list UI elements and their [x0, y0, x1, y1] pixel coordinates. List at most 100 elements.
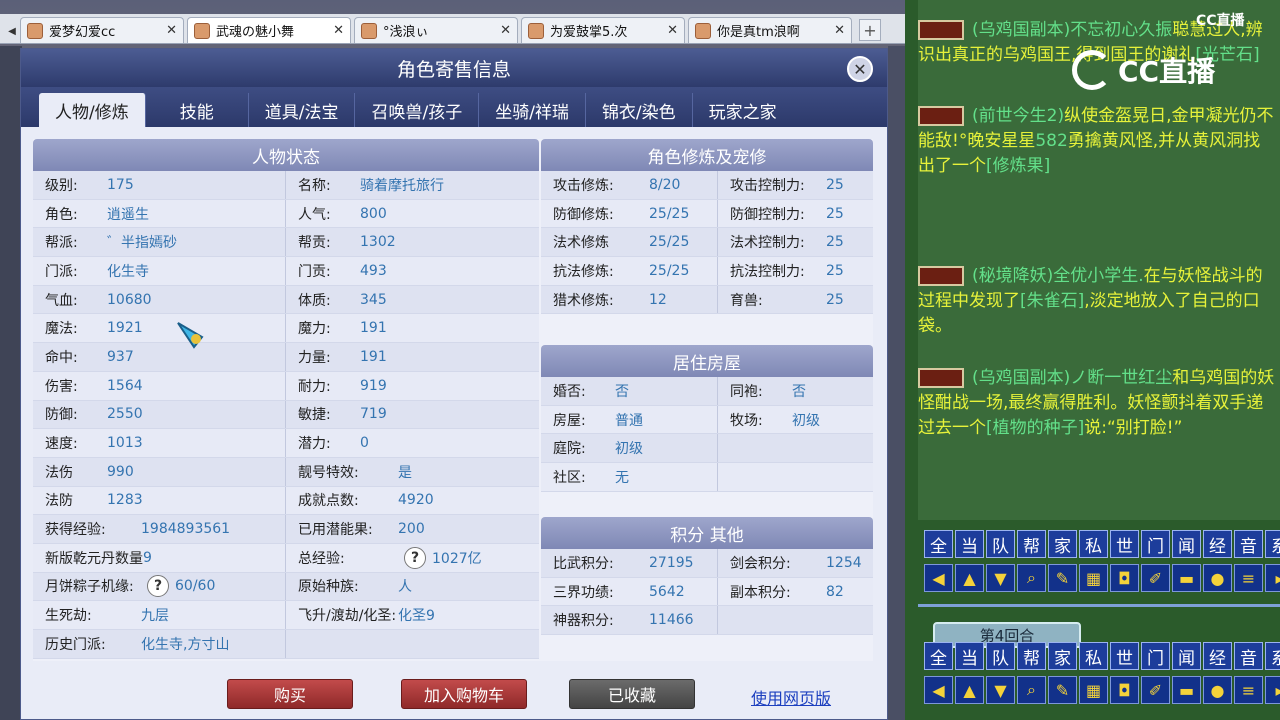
channel-button[interactable]: 私: [1079, 642, 1108, 670]
quick-icon-bar: ◀ ▲ ▼ ⌕ ✎ ▦ ◘ ✐ ▬ ● ≡ ▸: [924, 564, 1280, 594]
channel-button[interactable]: 音: [1234, 642, 1263, 670]
chat-player-tail: 582: [1035, 131, 1068, 151]
channel-button[interactable]: 闻: [1172, 642, 1201, 670]
close-icon[interactable]: ✕: [667, 23, 678, 38]
tab-items[interactable]: 道具/法宝: [249, 93, 356, 127]
channel-button[interactable]: 经: [1203, 642, 1232, 670]
dialog-title: 角色寄售信息: [396, 58, 511, 81]
brush-icon[interactable]: ✐: [1141, 676, 1170, 704]
arrow-down-icon[interactable]: ▼: [986, 676, 1015, 704]
channel-button[interactable]: 帮: [1017, 530, 1046, 558]
tab-scroll-left-icon[interactable]: ◀: [4, 19, 20, 43]
field-label: 防御:: [45, 407, 78, 424]
close-icon[interactable]: ✕: [847, 56, 873, 82]
tab-character[interactable]: 人物/修炼: [39, 93, 146, 127]
help-icon[interactable]: ?: [147, 575, 169, 598]
channel-button[interactable]: 世: [1110, 642, 1139, 670]
browser-tab[interactable]: 武魂の魅小舞 ✕: [187, 17, 351, 43]
table-cell: 攻击修炼: 8/20: [541, 175, 717, 195]
search-icon[interactable]: ⌕: [1017, 564, 1046, 592]
channel-button[interactable]: 经: [1203, 530, 1232, 558]
field-label: 原始种族:: [298, 579, 359, 596]
folder-icon[interactable]: ▬: [1172, 676, 1201, 704]
table-cell: 庭院: 初级: [541, 438, 717, 458]
table-cell: 猎术修炼: 12: [541, 290, 717, 310]
close-icon[interactable]: ✕: [166, 23, 177, 38]
more-icon[interactable]: ▸: [1265, 676, 1280, 704]
list-icon[interactable]: ≡: [1234, 676, 1263, 704]
web-version-link[interactable]: 使用网页版: [751, 685, 831, 709]
chat-bubble-icon[interactable]: ●: [1203, 676, 1232, 704]
arrow-left-icon[interactable]: ◀: [924, 564, 953, 592]
field-label: 帮贡:: [298, 235, 331, 252]
close-icon[interactable]: ✕: [333, 23, 344, 38]
channel-button[interactable]: 门: [1141, 642, 1170, 670]
channel-button[interactable]: 当: [955, 642, 984, 670]
search-icon[interactable]: ⌕: [1017, 676, 1046, 704]
table-row: 魔法: 1921 魔力: 191: [33, 314, 539, 344]
arrow-up-icon[interactable]: ▲: [955, 564, 984, 592]
browser-tab[interactable]: °浅浪ぃ ✕: [354, 17, 518, 43]
tab-outfits[interactable]: 锦衣/染色: [586, 93, 693, 127]
browser-tab[interactable]: 你是真tm浪啊 ✕: [688, 17, 852, 43]
note-icon[interactable]: ✎: [1048, 676, 1077, 704]
buy-button[interactable]: 购买: [227, 679, 353, 709]
field-value: 1027亿: [432, 550, 482, 567]
channel-button[interactable]: 世: [1110, 530, 1139, 558]
lock-icon[interactable]: ◘: [1110, 676, 1139, 704]
help-icon[interactable]: ?: [404, 546, 426, 569]
channel-button[interactable]: 音: [1234, 530, 1263, 558]
channel-button[interactable]: 门: [1141, 530, 1170, 558]
tab-pets[interactable]: 召唤兽/孩子: [355, 93, 480, 127]
field-label: 法防: [45, 493, 73, 510]
lock-icon[interactable]: ◘: [1110, 564, 1139, 592]
brush-icon[interactable]: ✐: [1141, 564, 1170, 592]
cc-live-logo: CC直播: [1072, 48, 1242, 92]
browser-tab[interactable]: 爱梦幻爱cc ✕: [20, 17, 184, 43]
arrow-up-icon[interactable]: ▲: [955, 676, 984, 704]
chat-message: (秘境降妖)全优小学生.在与妖怪战斗的过程中发现了[朱雀石],淡定地放入了自己的…: [918, 264, 1276, 339]
close-icon[interactable]: ✕: [500, 23, 511, 38]
field-label: 抗法控制力:: [730, 263, 805, 280]
field-label: 获得经验:: [45, 522, 106, 539]
channel-button[interactable]: 闻: [1172, 530, 1201, 558]
tab-skills[interactable]: 技能: [146, 93, 249, 127]
table-cell: 婚否: 否: [541, 381, 717, 401]
channel-button[interactable]: 全: [924, 642, 953, 670]
channel-button[interactable]: 系: [1265, 642, 1280, 670]
note-icon[interactable]: ✎: [1048, 564, 1077, 592]
table-cell: 育兽: 25: [718, 290, 873, 310]
close-icon[interactable]: ✕: [834, 23, 845, 38]
field-value: 逍遥生: [107, 206, 149, 223]
new-tab-button[interactable]: +: [859, 19, 881, 41]
field-value: 493: [360, 262, 387, 279]
channel-button[interactable]: 家: [1048, 642, 1077, 670]
channel-button[interactable]: 队: [986, 530, 1015, 558]
channel-button[interactable]: 家: [1048, 530, 1077, 558]
channel-button[interactable]: 私: [1079, 530, 1108, 558]
arrow-left-icon[interactable]: ◀: [924, 676, 953, 704]
more-icon[interactable]: ▸: [1265, 564, 1280, 592]
arrow-down-icon[interactable]: ▼: [986, 564, 1015, 592]
channel-button[interactable]: 帮: [1017, 642, 1046, 670]
grid-icon[interactable]: ▦: [1079, 676, 1108, 704]
grid-icon[interactable]: ▦: [1079, 564, 1108, 592]
channel-button[interactable]: 当: [955, 530, 984, 558]
tab-mounts[interactable]: 坐骑/祥瑞: [479, 93, 586, 127]
folder-icon[interactable]: ▬: [1172, 564, 1201, 592]
add-to-cart-button[interactable]: 加入购物车: [401, 679, 527, 709]
chat-bubble-icon[interactable]: ●: [1203, 564, 1232, 592]
browser-tab[interactable]: 为爱鼓掌5.次 ✕: [521, 17, 685, 43]
field-value: 25: [826, 205, 844, 222]
channel-button[interactable]: 系: [1265, 530, 1280, 558]
table-row: 婚否: 否 同袍: 否: [541, 377, 873, 406]
favorited-button[interactable]: 已收藏: [569, 679, 695, 709]
table-cell: 抗法修炼: 25/25: [541, 261, 717, 281]
channel-button[interactable]: 全: [924, 530, 953, 558]
channel-button[interactable]: 队: [986, 642, 1015, 670]
list-icon[interactable]: ≡: [1234, 564, 1263, 592]
table-cell: 月饼粽子机缘:? 60/60: [33, 575, 285, 598]
tab-player-home[interactable]: 玩家之家: [693, 93, 793, 127]
field-label: 级别:: [45, 177, 78, 194]
table-cell: 同袍: 否: [718, 381, 873, 401]
